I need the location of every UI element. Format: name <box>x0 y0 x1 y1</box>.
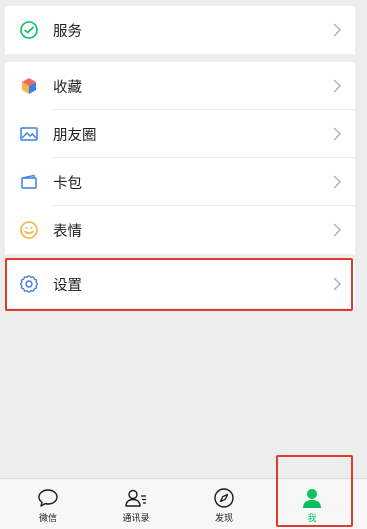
services-group: 服务 <box>5 6 355 54</box>
favorites-cube-icon <box>17 74 41 98</box>
tab-label: 微信 <box>38 514 57 524</box>
tab-label: 通讯录 <box>122 514 150 524</box>
menu-item-services[interactable]: 服务 <box>5 6 355 54</box>
card-wallet-icon <box>17 170 41 194</box>
contacts-icon <box>124 487 148 509</box>
person-icon <box>300 487 324 509</box>
chat-bubble-icon <box>36 487 60 509</box>
menu-item-stickers[interactable]: 表情 <box>5 206 355 254</box>
features-group: 收藏 朋友圈 卡包 表情 <box>5 62 355 254</box>
services-icon <box>17 18 41 42</box>
chevron-right-icon <box>331 78 343 94</box>
tab-me[interactable]: 我 <box>267 479 357 529</box>
menu-item-label: 表情 <box>53 223 82 240</box>
menu-item-moments[interactable]: 朋友圈 <box>5 110 355 158</box>
tab-discover[interactable]: 发现 <box>179 479 269 529</box>
menu-item-label: 朋友圈 <box>53 127 97 144</box>
menu-item-settings[interactable]: 设置 <box>5 260 355 308</box>
tab-contacts[interactable]: 通讯录 <box>91 479 181 529</box>
menu-item-favorites[interactable]: 收藏 <box>5 62 355 110</box>
menu-item-label: 卡包 <box>53 175 82 192</box>
tab-label: 我 <box>307 514 317 524</box>
compass-icon <box>212 487 236 509</box>
chevron-right-icon <box>331 126 343 142</box>
menu-item-label: 服务 <box>53 23 82 40</box>
settings-group: 设置 <box>5 260 355 308</box>
bottom-tab-bar: 微信 通讯录 发现 我 <box>0 478 367 529</box>
tab-label: 发现 <box>214 514 233 524</box>
menu-item-label: 设置 <box>53 277 82 294</box>
moments-photo-icon <box>17 122 41 146</box>
chevron-right-icon <box>331 22 343 38</box>
chevron-right-icon <box>331 174 343 190</box>
menu-item-cards[interactable]: 卡包 <box>5 158 355 206</box>
chevron-right-icon <box>331 222 343 238</box>
menu-item-label: 收藏 <box>53 79 82 96</box>
tab-chats[interactable]: 微信 <box>3 479 93 529</box>
chevron-right-icon <box>331 276 343 292</box>
smiley-icon <box>17 218 41 242</box>
gear-icon <box>17 272 41 296</box>
